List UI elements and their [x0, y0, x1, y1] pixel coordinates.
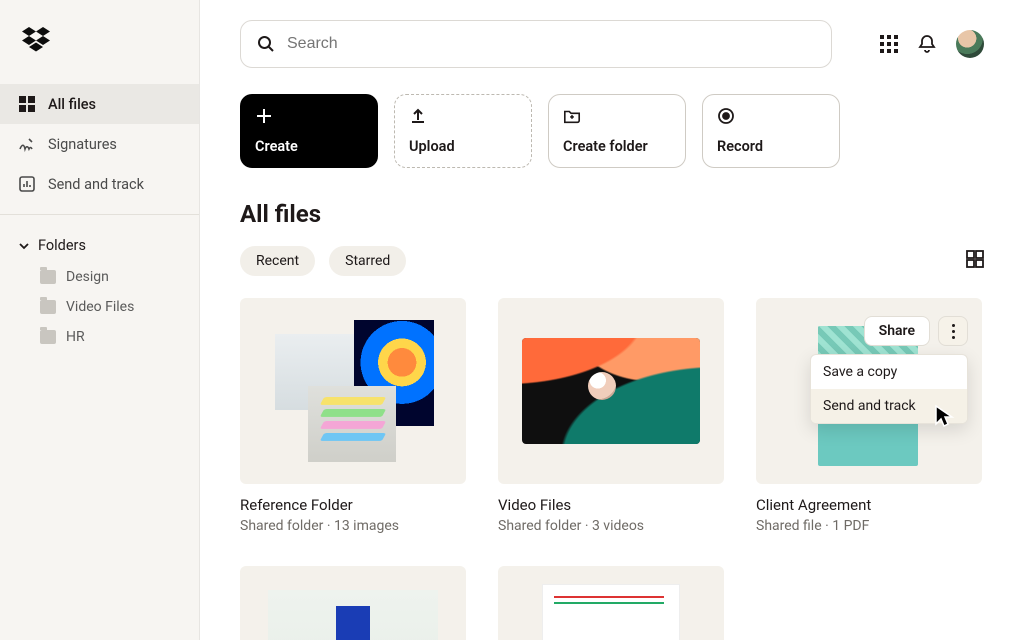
record-icon	[717, 107, 735, 125]
nav-label: Send and track	[48, 176, 144, 193]
thumbnail	[240, 298, 466, 484]
action-label: Create folder	[563, 138, 671, 155]
folder-label: Design	[66, 269, 109, 285]
filter-recent[interactable]: Recent	[240, 246, 315, 276]
nav-send-track[interactable]: Send and track	[0, 164, 199, 204]
nav-label: Signatures	[48, 136, 117, 153]
folder-icon	[40, 300, 56, 314]
folder-label: Video Files	[66, 299, 134, 315]
menu-item-send-track[interactable]: Send and track	[811, 389, 967, 423]
folder-video-files[interactable]: Video Files	[0, 292, 199, 322]
card-subtitle: Shared folder · 13 images	[240, 518, 466, 534]
header-actions	[880, 30, 984, 58]
thumbnail	[498, 298, 724, 484]
card-subtitle: Shared folder · 3 videos	[498, 518, 724, 534]
primary-nav: All files Signatures Send and track	[0, 80, 199, 204]
dropbox-icon	[22, 27, 50, 53]
grid-icon	[18, 95, 36, 113]
plus-icon	[255, 107, 273, 125]
action-label: Create	[255, 138, 363, 155]
quick-actions: Create Upload Create folder Record	[240, 94, 984, 168]
context-menu: Save a copy Send and track	[810, 354, 968, 424]
card-title: Reference Folder	[240, 496, 466, 514]
record-button[interactable]: Record	[702, 94, 840, 168]
card-title: Client Agreement	[756, 496, 982, 514]
thumbnail	[240, 566, 466, 640]
sidebar: All files Signatures Send and track Fold…	[0, 0, 200, 640]
folder-label: HR	[66, 329, 85, 345]
main-content: Create Upload Create folder Record All f…	[200, 0, 1024, 640]
file-card[interactable]: Video Files Shared folder · 3 videos	[498, 298, 724, 534]
page-title: All files	[240, 200, 984, 228]
signature-icon	[18, 135, 36, 153]
action-label: Upload	[409, 138, 517, 155]
menu-item-save-copy[interactable]: Save a copy	[811, 355, 967, 389]
card-title: Video Files	[498, 496, 724, 514]
more-options-button[interactable]	[938, 316, 968, 346]
folder-design[interactable]: Design	[0, 262, 199, 292]
folder-hr[interactable]: HR	[0, 322, 199, 352]
file-card[interactable]: Reference Folder Shared folder · 13 imag…	[240, 298, 466, 534]
filter-starred[interactable]: Starred	[329, 246, 406, 276]
user-avatar[interactable]	[956, 30, 984, 58]
card-subtitle: Shared file · 1 PDF	[756, 518, 982, 534]
search-box[interactable]	[240, 20, 832, 68]
thumbnail: ClientAgreement Share Save a copy Send a…	[756, 298, 982, 484]
nav-all-files[interactable]: All files	[0, 84, 199, 124]
analytics-icon	[18, 175, 36, 193]
thumbnail	[498, 566, 724, 640]
folders-header-label: Folders	[38, 237, 86, 254]
filter-row: Recent Starred	[240, 246, 984, 276]
chevron-down-icon	[18, 240, 30, 252]
apps-icon[interactable]	[880, 35, 898, 53]
app-logo[interactable]	[0, 0, 199, 80]
upload-icon	[409, 107, 427, 125]
folder-icon	[40, 330, 56, 344]
share-button[interactable]: Share	[864, 316, 930, 346]
create-folder-button[interactable]: Create folder	[548, 94, 686, 168]
folder-plus-icon	[563, 107, 581, 125]
bell-icon[interactable]	[918, 34, 936, 54]
file-card[interactable]: ClientAgreement Share Save a copy Send a…	[756, 298, 982, 534]
view-grid-toggle[interactable]	[966, 250, 984, 272]
kebab-icon	[952, 324, 955, 339]
top-bar	[240, 20, 984, 68]
file-grid: Reference Folder Shared folder · 13 imag…	[240, 298, 984, 640]
grid-view-icon	[966, 250, 984, 268]
upload-button[interactable]: Upload	[394, 94, 532, 168]
action-label: Record	[717, 138, 825, 155]
file-card[interactable]	[240, 566, 466, 640]
nav-signatures[interactable]: Signatures	[0, 124, 199, 164]
file-card[interactable]	[498, 566, 724, 640]
nav-label: All files	[48, 96, 96, 113]
folders-toggle[interactable]: Folders	[0, 215, 199, 262]
folder-icon	[40, 270, 56, 284]
search-input[interactable]	[287, 35, 815, 53]
create-button[interactable]: Create	[240, 94, 378, 168]
search-icon	[257, 35, 275, 53]
